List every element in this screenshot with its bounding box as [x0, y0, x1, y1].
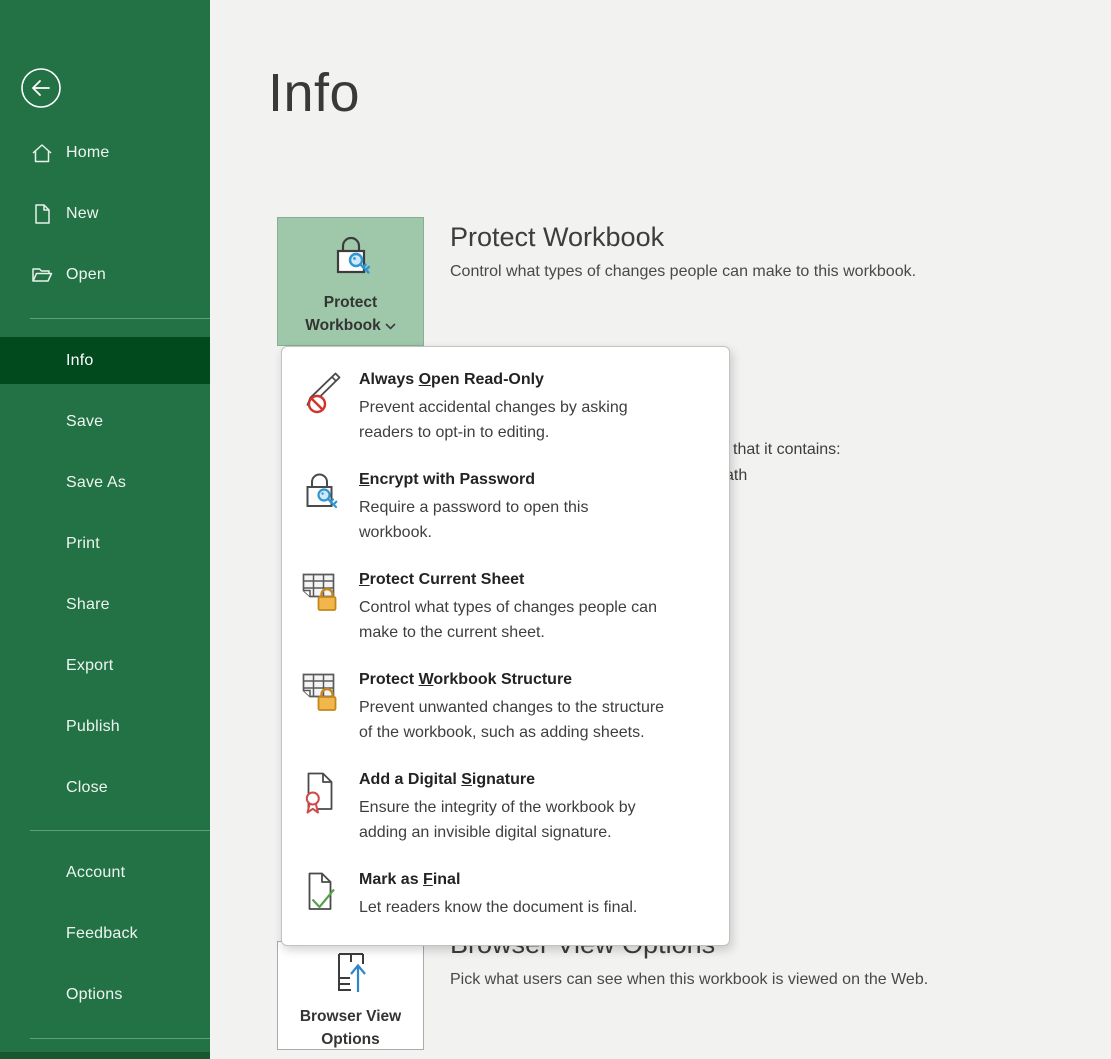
menu-item-title: Protect Workbook Structure [359, 669, 715, 691]
sidebar-item-label: Save As [66, 474, 126, 492]
excel-backstage-info-page: Home New Open Info Sa [0, 0, 1111, 1059]
backstage-sidebar: Home New Open Info Sa [0, 0, 210, 1059]
sidebar-item-publish[interactable]: Publish [0, 703, 210, 750]
open-folder-icon [30, 263, 54, 287]
lock-key-icon [327, 232, 375, 285]
menu-item-encrypt-with-password[interactable]: Encrypt with Password Require a password… [282, 457, 729, 555]
sidebar-bottom-strip [0, 1052, 210, 1059]
sidebar-item-save[interactable]: Save [0, 398, 210, 445]
menu-item-title: Add a Digital Signature [359, 769, 715, 791]
protect-workbook-button-label: Protect Workbook [305, 291, 396, 337]
menu-item-description: Let readers know the document is final. [359, 895, 715, 920]
document-ribbon-icon [298, 769, 344, 815]
pencil-prohibition-icon [298, 369, 344, 415]
sidebar-item-print[interactable]: Print [0, 520, 210, 567]
sidebar-item-share[interactable]: Share [0, 581, 210, 628]
protect-workbook-button[interactable]: Protect Workbook [277, 217, 424, 346]
menu-item-add-digital-signature[interactable]: Add a Digital Signature Ensure the integ… [282, 757, 729, 855]
sheet-lock-icon [298, 569, 344, 615]
menu-item-title: Protect Current Sheet [359, 569, 715, 591]
menu-item-title: Always Open Read-Only [359, 369, 715, 391]
sidebar-item-info[interactable]: Info [0, 337, 210, 384]
menu-item-title: Mark as Final [359, 869, 715, 891]
sidebar-item-new[interactable]: New [0, 192, 210, 236]
chevron-down-icon [385, 314, 396, 337]
protect-workbook-heading: Protect Workbook [450, 222, 664, 253]
protect-workbook-dropdown: Always Open Read-Only Prevent accidental… [281, 346, 730, 946]
sidebar-item-label: Publish [66, 718, 120, 736]
sidebar-item-label: Options [66, 986, 123, 1004]
menu-item-description: Require a password to open this workbook… [359, 495, 715, 545]
back-button[interactable] [20, 67, 62, 109]
sidebar-item-label: Account [66, 864, 125, 882]
sidebar-item-label: Feedback [66, 925, 138, 943]
sidebar-item-export[interactable]: Export [0, 642, 210, 689]
sidebar-item-label: Export [66, 657, 113, 675]
sidebar-divider [30, 830, 210, 831]
sidebar-item-label: Save [66, 413, 103, 431]
sidebar-item-save-as[interactable]: Save As [0, 459, 210, 506]
new-document-icon [30, 202, 54, 226]
browser-view-options-description: Pick what users can see when this workbo… [450, 971, 928, 989]
sidebar-item-label: Open [66, 266, 106, 284]
sidebar-item-feedback[interactable]: Feedback [0, 910, 210, 957]
menu-item-mark-as-final[interactable]: Mark as Final Let readers know the docum… [282, 857, 729, 955]
sidebar-item-open[interactable]: Open [0, 253, 210, 297]
document-check-icon [298, 869, 344, 915]
menu-item-protect-workbook-structure[interactable]: Protect Workbook Structure Prevent unwan… [282, 657, 729, 755]
menu-item-description: Control what types of changes people can… [359, 595, 715, 645]
sidebar-divider [30, 318, 210, 319]
inspect-workbook-text-fragment: that it contains: [733, 441, 841, 459]
menu-item-protect-current-sheet[interactable]: Protect Current Sheet Control what types… [282, 557, 729, 655]
page-title: Info [268, 62, 360, 124]
sidebar-item-label: New [66, 205, 99, 223]
sidebar-item-label: Print [66, 535, 100, 553]
menu-item-description: Prevent unwanted changes to the structur… [359, 695, 715, 745]
browser-view-options-button-label: Browser View Options [300, 1005, 401, 1051]
sheet-lock-icon [298, 669, 344, 715]
sidebar-item-home[interactable]: Home [0, 131, 210, 175]
sidebar-item-label: Info [66, 352, 94, 370]
menu-item-description: Ensure the integrity of the workbook by … [359, 795, 715, 845]
lock-key-icon [298, 469, 344, 515]
back-arrow-icon [20, 97, 62, 112]
sidebar-item-label: Share [66, 596, 110, 614]
sidebar-divider [30, 1038, 210, 1039]
table-upload-icon [327, 950, 375, 1001]
menu-item-always-open-read-only[interactable]: Always Open Read-Only Prevent accidental… [282, 357, 729, 455]
sidebar-item-label: Home [66, 144, 109, 162]
protect-workbook-description: Control what types of changes people can… [450, 263, 916, 281]
home-icon [30, 141, 54, 165]
menu-item-description: Prevent accidental changes by asking rea… [359, 395, 715, 445]
sidebar-item-label: Close [66, 779, 108, 797]
sidebar-item-options[interactable]: Options [0, 971, 210, 1018]
sidebar-item-account[interactable]: Account [0, 849, 210, 896]
sidebar-item-close[interactable]: Close [0, 764, 210, 811]
browser-view-options-button[interactable]: Browser View Options [277, 941, 424, 1050]
menu-item-title: Encrypt with Password [359, 469, 715, 491]
